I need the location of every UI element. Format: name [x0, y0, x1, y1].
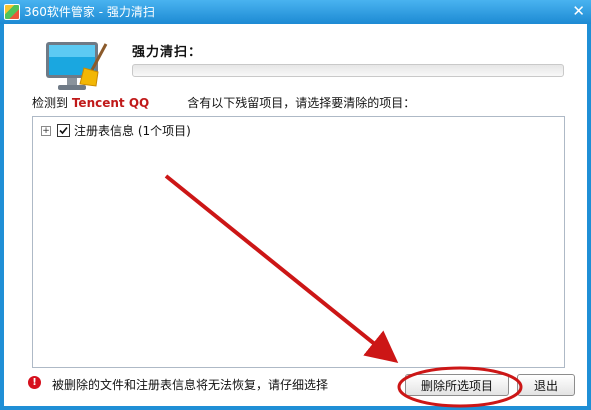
monitor-broom-icon — [46, 42, 108, 90]
prompt-prefix: 检测到 — [32, 96, 69, 110]
360-logo-icon — [4, 4, 20, 20]
tree-item-label: 注册表信息 (1个项目) — [74, 124, 191, 138]
exit-button[interactable]: 退出 — [517, 374, 575, 396]
scan-progress-bar — [132, 64, 564, 77]
tree-item-registry[interactable]: + 注册表信息 (1个项目) — [41, 122, 191, 139]
residual-items-tree[interactable]: + 注册表信息 (1个项目) — [32, 116, 565, 368]
window-title: 360软件管家 - 强力清扫 — [24, 5, 155, 19]
software-name: Tencent QQ — [71, 96, 150, 110]
expand-icon[interactable]: + — [41, 125, 51, 136]
detection-prompt: 检测到 Tencent QQ 含有以下残留项目，请选择要清除的项目： — [32, 94, 415, 111]
dialog-body: 强力清扫： 检测到 Tencent QQ 含有以下残留项目，请选择要清除的项目： … — [4, 24, 587, 406]
registry-checkbox[interactable] — [57, 124, 70, 137]
checkmark-icon — [59, 126, 68, 135]
prompt-suffix: 含有以下残留项目，请选择要清除的项目： — [187, 96, 416, 110]
clean-heading: 强力清扫： — [132, 45, 203, 60]
title-bar: 360软件管家 - 强力清扫 ✕ — [0, 0, 591, 24]
delete-selected-button[interactable]: 删除所选项目 — [405, 374, 509, 396]
warning-text: 被删除的文件和注册表信息将无法恢复，请仔细选择 — [52, 378, 329, 392]
close-icon[interactable]: ✕ — [572, 2, 585, 20]
exclamation-icon: ! — [28, 376, 41, 389]
